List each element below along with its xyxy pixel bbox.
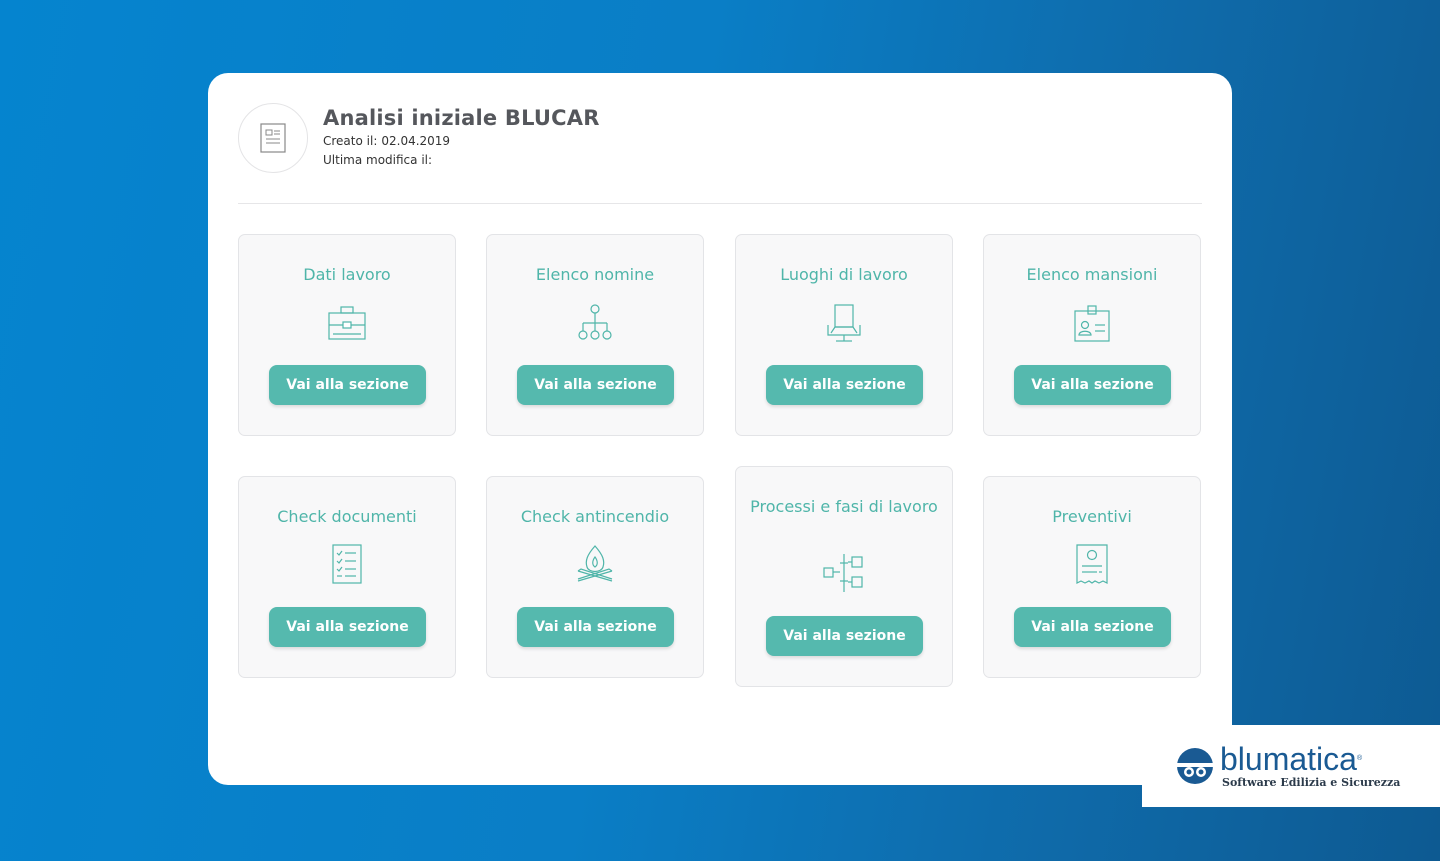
go-to-section-button[interactable]: Vai alla sezione [766, 365, 923, 405]
card-title: Check documenti [277, 507, 417, 526]
checklist-icon [332, 544, 362, 584]
card-title: Processi e fasi di lavoro [750, 497, 938, 516]
card-title: Dati lavoro [303, 265, 391, 284]
go-to-section-button[interactable]: Vai alla sezione [517, 607, 674, 647]
card-processi-e-fasi: Processi e fasi di lavoro Vai alla sezio… [735, 466, 953, 687]
go-to-section-button[interactable]: Vai alla sezione [766, 616, 923, 656]
office-chair-icon [827, 304, 861, 342]
card-title: Preventivi [1052, 507, 1132, 526]
go-to-section-button[interactable]: Vai alla sezione [269, 607, 426, 647]
go-to-section-button[interactable]: Vai alla sezione [269, 365, 426, 405]
logo-wordmark: blumatica® [1220, 740, 1363, 777]
card-check-documenti: Check documenti Vai alla sezione [238, 476, 456, 678]
blumatica-logo-mark-icon [1177, 748, 1213, 784]
fire-icon [577, 545, 613, 582]
go-to-section-button[interactable]: Vai alla sezione [1014, 607, 1171, 647]
card-title: Elenco nomine [535, 265, 655, 284]
modified-label: Ultima modifica il: [323, 153, 433, 167]
briefcase-icon [328, 306, 366, 340]
created-label: Creato il: [323, 134, 378, 148]
created-value: 02.04.2019 [381, 134, 451, 148]
id-badge-icon [1074, 305, 1110, 342]
card-elenco-nomine: Elenco nomine Vai alla sezione [486, 234, 704, 436]
card-title: Elenco mansioni [1026, 265, 1158, 284]
process-flow-icon [823, 554, 863, 592]
document-icon [238, 103, 308, 173]
card-dati-lavoro: Dati lavoro Vai alla sezione [238, 234, 456, 436]
card-preventivi: Preventivi Vai alla sezione [983, 476, 1201, 678]
card-title: Check antincendio [520, 507, 670, 526]
card-check-antincendio: Check antincendio Vai alla sezione [486, 476, 704, 678]
go-to-section-button[interactable]: Vai alla sezione [1014, 365, 1171, 405]
page-title: Analisi iniziale BLUCAR [323, 106, 600, 130]
analysis-panel: Analisi iniziale BLUCAR Creato il: 02.04.… [208, 73, 1232, 785]
logo-tagline: Software Edilizia e Sicurezza [1222, 775, 1401, 789]
org-chart-icon [578, 304, 612, 340]
card-title: Luoghi di lavoro [780, 265, 908, 284]
card-luoghi-di-lavoro: Luoghi di lavoro Vai alla sezione [735, 234, 953, 436]
analysis-header: Analisi iniziale BLUCAR Creato il: 02.04.… [238, 103, 600, 173]
receipt-icon [1076, 544, 1108, 584]
header-divider [238, 203, 1202, 204]
card-elenco-mansioni: Elenco mansioni Vai alla sezione [983, 234, 1201, 436]
created-date: Creato il: 02.04.2019 [323, 133, 600, 149]
go-to-section-button[interactable]: Vai alla sezione [517, 365, 674, 405]
blumatica-logo: blumatica® Software Edilizia e Sicurezza [1142, 725, 1440, 807]
modified-date: Ultima modifica il: [323, 152, 600, 168]
